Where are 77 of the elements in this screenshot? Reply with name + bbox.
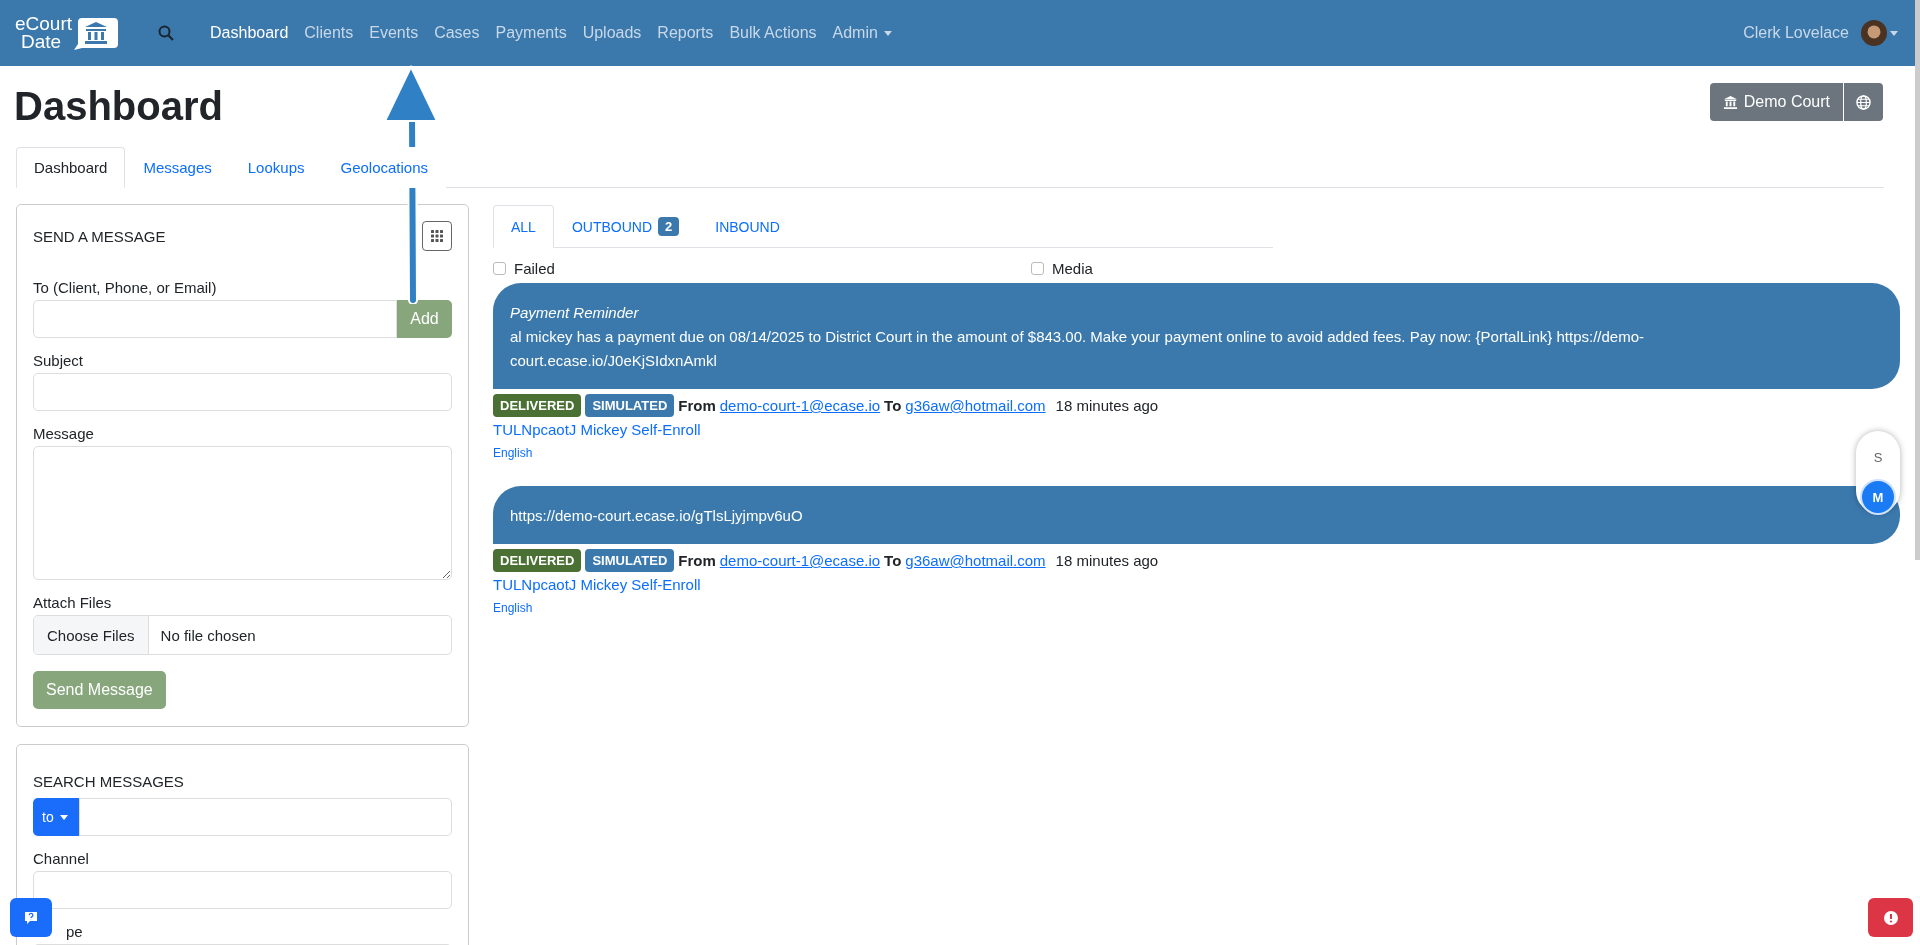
file-status: No file chosen bbox=[159, 625, 256, 646]
field-label: pe bbox=[65, 923, 84, 940]
nav-link[interactable]: Dashboard bbox=[210, 24, 289, 42]
to-label: To bbox=[884, 552, 902, 569]
email-link[interactable]: g36aw@hotmail.com bbox=[905, 552, 1046, 569]
status-badge: SIMULATED bbox=[585, 549, 675, 572]
checkbox-label: Media bbox=[1052, 260, 1093, 277]
nav-link[interactable]: Events bbox=[369, 24, 419, 42]
email-link[interactable]: demo-court-1@ecase.io bbox=[719, 397, 881, 414]
recipient-field[interactable] bbox=[33, 300, 397, 338]
court-button[interactable]: Demo Court bbox=[1709, 83, 1843, 121]
language-link[interactable]: English bbox=[493, 446, 533, 460]
message-field[interactable] bbox=[33, 446, 452, 580]
language-link[interactable]: English bbox=[493, 601, 533, 615]
add-button[interactable]: Add bbox=[397, 300, 452, 338]
user-name[interactable]: Clerk Lovelace bbox=[1743, 24, 1849, 42]
help-button[interactable] bbox=[10, 898, 52, 937]
message-text: https://demo-court.ecase.io/gTlsLjyjmpv6uO bbox=[510, 506, 804, 526]
checkbox-label: Failed bbox=[514, 260, 555, 277]
search-field[interactable] bbox=[79, 798, 452, 836]
tab[interactable]: Dashboard bbox=[16, 147, 126, 188]
help-icon bbox=[23, 909, 39, 926]
toggle-option[interactable]: S bbox=[1862, 441, 1894, 473]
checkbox[interactable] bbox=[1031, 262, 1044, 275]
message-tab[interactable]: OUTBOUND 2 bbox=[553, 205, 698, 248]
field-label: Subject bbox=[33, 352, 85, 369]
alert-icon bbox=[1882, 909, 1899, 926]
toggle-option[interactable]: M bbox=[1862, 481, 1894, 513]
status-badge: DELIVERED bbox=[493, 549, 582, 572]
caret-icon[interactable] bbox=[1890, 30, 1898, 36]
client-link[interactable]: TULNpcaotJ Mickey Self-Enroll bbox=[493, 421, 701, 438]
count-badge: 2 bbox=[658, 217, 680, 236]
checkbox[interactable] bbox=[493, 262, 506, 275]
email-link[interactable]: g36aw@hotmail.com bbox=[905, 397, 1046, 414]
grid-icon bbox=[431, 230, 443, 242]
from-label: From bbox=[678, 397, 716, 414]
client-link[interactable]: TULNpcaotJ Mickey Self-Enroll bbox=[493, 576, 701, 593]
field-label: Attach Files bbox=[33, 594, 113, 611]
keypad-button[interactable] bbox=[422, 221, 452, 251]
nav-link[interactable]: Payments bbox=[495, 24, 567, 42]
card-title: SEND A MESSAGE bbox=[33, 227, 166, 245]
nav-link[interactable]: Cases bbox=[434, 24, 480, 42]
field-label: Channel bbox=[33, 850, 90, 867]
courthouse-icon bbox=[1722, 94, 1738, 110]
tab[interactable]: Geolocations bbox=[322, 147, 447, 188]
channel-field[interactable] bbox=[33, 871, 452, 909]
nav-link[interactable]: Reports bbox=[657, 24, 714, 42]
message-time: 18 minutes ago bbox=[1055, 552, 1159, 569]
message-tab[interactable]: INBOUND bbox=[697, 205, 798, 248]
nav-link[interactable]: Uploads bbox=[582, 24, 642, 42]
choose-files-button[interactable]: Choose Files bbox=[34, 616, 149, 654]
from-label: From bbox=[678, 552, 716, 569]
search-icon[interactable] bbox=[158, 25, 175, 41]
globe-icon bbox=[1856, 94, 1871, 110]
card-title: SEARCH MESSAGES bbox=[33, 773, 185, 790]
field-label: To (Client, Phone, or Email) bbox=[33, 279, 218, 296]
email-link[interactable]: demo-court-1@ecase.io bbox=[719, 552, 881, 569]
status-badge: DELIVERED bbox=[493, 394, 582, 417]
file-field[interactable]: Choose Files No file chosen bbox=[33, 615, 452, 655]
field-dropdown[interactable]: to bbox=[33, 798, 79, 836]
message-text: al mickey has a payment due on 08/14/2025 to District Court in the amount of $843.00. Make your payment online to avoid added fees. Pay now: {PortalLink} https://demo-court.ecase.io/J0eKjSIdxnAmkl bbox=[510, 327, 1645, 371]
page-title: Dashboard bbox=[14, 84, 223, 129]
to-label: To bbox=[884, 397, 902, 414]
nav-link[interactable]: Clients bbox=[304, 24, 354, 42]
avatar-icon[interactable] bbox=[1861, 20, 1887, 46]
status-badge: SIMULATED bbox=[585, 394, 675, 417]
field-label: Message bbox=[33, 425, 95, 442]
subject-field[interactable] bbox=[33, 373, 452, 411]
admin-menu[interactable]: Admin bbox=[832, 24, 892, 42]
nav-link[interactable]: Bulk Actions bbox=[729, 24, 817, 42]
message-tab[interactable]: ALL bbox=[493, 205, 554, 248]
send-message-button[interactable]: Send Message bbox=[33, 671, 166, 709]
language-button[interactable] bbox=[1844, 83, 1883, 121]
alert-button[interactable] bbox=[1868, 898, 1913, 937]
message-subject: Payment Reminder bbox=[510, 303, 640, 323]
app-logo[interactable]: eCourt Date bbox=[15, 15, 119, 51]
message-time: 18 minutes ago bbox=[1055, 397, 1159, 414]
